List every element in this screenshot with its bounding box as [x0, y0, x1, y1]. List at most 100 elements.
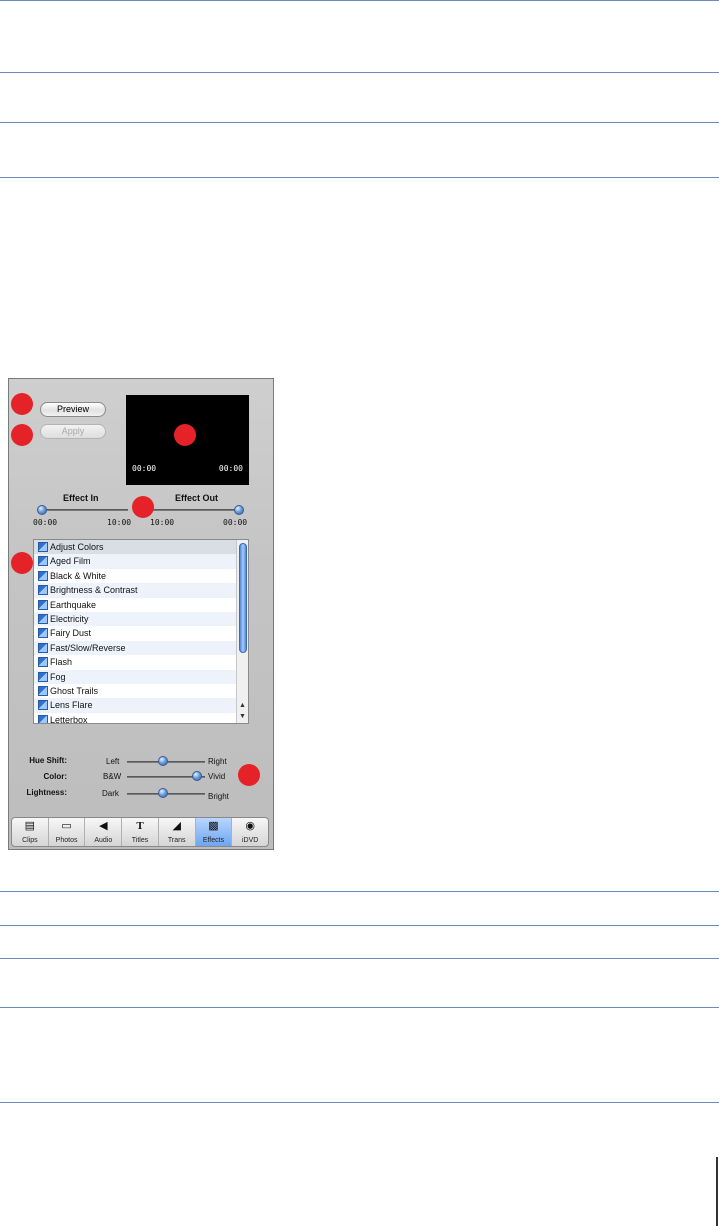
list-item-label: Electricity — [50, 613, 89, 624]
monitor-timecode-end: 00:00 — [218, 464, 243, 473]
effect-in-slider-handle[interactable] — [37, 505, 47, 515]
effect-icon — [38, 599, 48, 610]
tab-label: Titles — [131, 837, 149, 844]
callout-marker-preview — [11, 393, 33, 415]
effect-in-track[interactable] — [40, 509, 128, 511]
pane-tab-bar: ▤ Clips ▭ Photos ◀ Audio T Titles ◢ Trans ▩ Ef… — [11, 817, 269, 847]
scrollbar-thumb[interactable] — [239, 543, 247, 653]
scroll-up-icon[interactable]: ▲ — [237, 700, 248, 711]
tab-label: Trans — [167, 837, 186, 844]
list-item[interactable]: Black & White — [34, 569, 248, 583]
callout-marker-effects-list — [11, 552, 33, 574]
color-min-label: B&W — [103, 772, 122, 781]
lightness-max-label: Bright — [208, 792, 229, 801]
tab-titles[interactable]: T Titles — [122, 818, 159, 846]
color-slider-handle[interactable] — [191, 771, 202, 781]
list-item[interactable]: Fast/Slow/Reverse — [34, 640, 248, 656]
list-item-label: Fast/Slow/Reverse — [50, 642, 126, 653]
effect-icon — [38, 613, 48, 624]
tab-photos[interactable]: ▭ Photos — [49, 818, 86, 846]
effects-list[interactable]: Adjust Colors Aged Film Black & White Br… — [33, 539, 249, 724]
effect-in-label: Effect In — [63, 493, 99, 503]
list-item[interactable]: Fog — [34, 669, 248, 684]
list-item[interactable]: Letterbox — [34, 713, 248, 724]
list-item-label: Aged Film — [50, 556, 91, 567]
tab-label: Clips — [22, 837, 38, 844]
list-item[interactable]: Flash — [34, 655, 248, 669]
page-rule — [0, 1102, 719, 1103]
color-label: Color: — [43, 772, 67, 781]
effect-icon — [38, 542, 48, 552]
page-rule — [0, 177, 719, 178]
audio-icon: ◀ — [99, 820, 108, 832]
effect-icon — [38, 556, 48, 567]
page-rule — [0, 958, 719, 959]
callout-marker-adjustments — [238, 764, 260, 786]
page-rule — [0, 925, 719, 926]
lightness-slider-handle[interactable] — [157, 788, 168, 798]
page-rule — [0, 0, 719, 1]
list-item-label: Ghost Trails — [50, 685, 99, 696]
hue-shift-slider-handle[interactable] — [157, 756, 168, 766]
list-item[interactable]: Earthquake — [34, 598, 248, 612]
effects-pane: Preview Apply 00:00 00:00 Effect In Effe… — [8, 378, 274, 850]
effect-out-label: Effect Out — [175, 493, 219, 503]
list-item-label: Letterbox — [50, 714, 88, 724]
tab-trans[interactable]: ◢ Trans — [159, 818, 196, 846]
tab-audio[interactable]: ◀ Audio — [85, 818, 123, 846]
callout-marker-monitor — [174, 424, 196, 446]
transitions-icon: ◢ — [172, 820, 181, 832]
effect-out-start-time: 10:00 — [150, 518, 175, 527]
list-scrollbar[interactable]: ▲ ▼ — [236, 540, 248, 723]
page-rule — [0, 122, 719, 123]
list-item-label: Earthquake — [50, 599, 97, 610]
effect-out-track[interactable] — [149, 509, 241, 511]
list-item[interactable]: Adjust Colors — [34, 540, 248, 555]
color-max-label: Vivid — [208, 772, 226, 781]
page-rule — [0, 72, 719, 73]
apply-button[interactable]: Apply — [40, 424, 106, 439]
monitor-timecode-start: 00:00 — [132, 464, 157, 473]
tab-label: Photos — [55, 837, 78, 844]
effect-icon — [38, 585, 48, 596]
hue-shift-min-label: Left — [106, 757, 120, 766]
effect-out-end-time: 00:00 — [223, 518, 248, 527]
list-item-label: Lens Flare — [50, 700, 93, 711]
hue-shift-label: Hue Shift: — [29, 756, 67, 765]
lightness-label: Lightness: — [26, 788, 67, 797]
tab-label: iDVD — [242, 837, 259, 844]
preview-button[interactable]: Preview — [40, 402, 106, 417]
list-item[interactable]: Brightness & Contrast — [34, 583, 248, 598]
tab-idvd[interactable]: ◉ iDVD — [232, 818, 268, 846]
tab-effects[interactable]: ▩ Effects — [195, 818, 233, 846]
page-edge-marker — [716, 1157, 718, 1226]
scroll-down-icon[interactable]: ▼ — [237, 711, 248, 722]
idvd-icon: ◉ — [245, 820, 255, 832]
effect-in-start-time: 00:00 — [33, 518, 58, 527]
effect-icon — [38, 671, 48, 682]
effect-icon — [38, 685, 48, 696]
effect-icon — [38, 714, 48, 723]
list-item[interactable]: Electricity — [34, 611, 248, 627]
effect-icon — [38, 628, 48, 639]
effect-out-slider-handle[interactable] — [234, 505, 244, 515]
tab-label: Audio — [94, 837, 113, 844]
page-rule — [0, 1007, 719, 1008]
list-item-label: Fog — [50, 671, 66, 682]
effect-icon — [38, 700, 48, 711]
tab-clips[interactable]: ▤ Clips — [12, 818, 49, 846]
callout-marker-effect-sliders — [132, 496, 154, 518]
lightness-min-label: Dark — [102, 789, 119, 798]
tab-label: Effects — [202, 837, 225, 844]
list-item-label: Brightness & Contrast — [50, 585, 138, 596]
photos-icon: ▭ — [61, 820, 72, 832]
clips-icon: ▤ — [24, 820, 36, 832]
callout-marker-apply — [11, 424, 33, 446]
list-item[interactable]: Aged Film — [34, 554, 248, 569]
list-item[interactable]: Ghost Trails — [34, 684, 248, 698]
list-item-label: Fairy Dust — [50, 628, 92, 639]
list-item[interactable]: Lens Flare — [34, 698, 248, 713]
effect-icon — [38, 657, 48, 668]
list-item-label: Black & White — [50, 570, 107, 581]
list-item[interactable]: Fairy Dust — [34, 626, 248, 640]
